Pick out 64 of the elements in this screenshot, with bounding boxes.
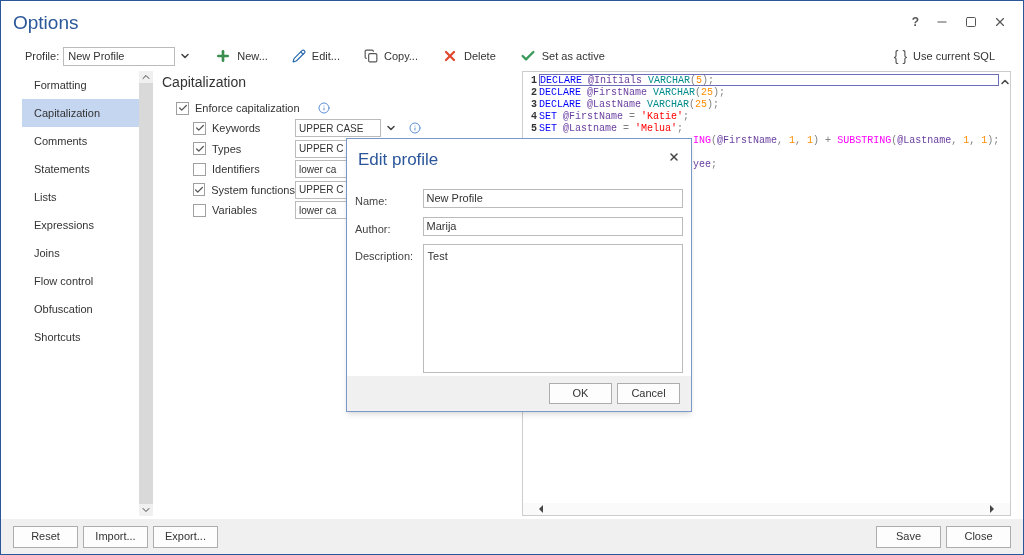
code-line: DECLARE @LastName VARCHAR(25); — [539, 98, 721, 110]
toolbar-button[interactable]: New... — [215, 47, 268, 65]
toolbar-button[interactable]: Copy... — [363, 47, 418, 65]
footer-button[interactable]: Close — [946, 525, 1011, 548]
sidebar-item[interactable]: Formatting — [22, 71, 139, 99]
maximize-icon[interactable] — [965, 16, 977, 28]
dialog-button[interactable]: Cancel — [617, 383, 680, 404]
sidebar-item[interactable]: Expressions — [22, 211, 139, 239]
line-number: 4 — [530, 109, 537, 124]
checkbox-label: Enforce capitalization — [195, 100, 300, 116]
sidebar-item[interactable]: Comments — [22, 127, 139, 155]
checkbox-label: Types — [212, 141, 242, 157]
description-field[interactable]: Test — [422, 244, 683, 373]
plus-icon — [215, 48, 232, 64]
dialog-button[interactable]: OK — [549, 383, 612, 404]
code-line: SET @FirstName = 'Katie'; — [539, 110, 691, 122]
code-line: SET @Lastname = 'Melua'; — [539, 122, 685, 134]
line-number: 3 — [530, 97, 537, 112]
help-button[interactable]: ? — [911, 13, 919, 31]
checkbox-label: Identifiers — [212, 162, 260, 177]
checkbox[interactable] — [193, 121, 206, 135]
checkbox[interactable] — [193, 203, 206, 217]
checkbox-label: Variables — [212, 203, 258, 218]
close-icon[interactable] — [668, 151, 680, 163]
checkbox[interactable] — [193, 183, 206, 197]
use-current-sql-button[interactable]: { } Use current SQL — [893, 45, 999, 67]
code-line: yee; — [692, 158, 719, 170]
profile-dropdown[interactable]: New Profile — [63, 46, 176, 66]
footer-button[interactable]: Save — [876, 525, 941, 548]
sidebar-item[interactable]: Joins — [22, 239, 139, 267]
close-icon[interactable] — [993, 15, 1007, 29]
footer-button[interactable]: Import... — [83, 525, 148, 548]
toolbar-button[interactable]: Edit... — [291, 47, 340, 65]
pencil-icon — [291, 49, 306, 63]
profile-label: Profile: — [25, 48, 60, 64]
checkbox-label: Keywords — [212, 121, 261, 136]
checkbox-label: System functions — [211, 182, 295, 198]
line-number: 1 — [530, 73, 537, 88]
line-number: 5 — [530, 121, 537, 136]
code-line: DECLARE @FirstName VARCHAR(25); — [539, 86, 727, 98]
checkbox[interactable] — [193, 162, 206, 176]
checkbox[interactable] — [193, 142, 206, 156]
sidebar-item[interactable]: Shortcuts — [22, 323, 139, 351]
footer-button[interactable]: Export... — [153, 525, 218, 548]
sidebar-item[interactable]: Lists — [22, 183, 139, 211]
sidebar-item[interactable]: Statements — [22, 155, 139, 183]
toolbar-button[interactable]: Set as active — [519, 47, 605, 65]
sidebar-item[interactable]: Flow control — [22, 267, 139, 295]
code-line: ING(@FirstName, 1, 1) + SUBSTRING(@Lastname, 1, 1); — [692, 134, 1000, 146]
line-number: 2 — [530, 85, 537, 100]
text-field[interactable]: Marija — [422, 216, 683, 236]
window-title: Options — [13, 11, 79, 35]
checkbox[interactable] — [176, 101, 189, 115]
section-title: Capitalization — [162, 73, 248, 92]
sidebar-item[interactable]: Obfuscation — [22, 295, 139, 323]
toolbar-button[interactable]: Delete — [442, 47, 496, 65]
text-field[interactable]: New Profile — [422, 189, 683, 208]
case-dropdown[interactable]: UPPER CASE — [295, 119, 381, 138]
copy-icon — [363, 49, 378, 63]
field-label: Description: — [355, 249, 415, 264]
sidebar-item[interactable]: Capitalization — [22, 99, 139, 127]
field-label: Author: — [355, 221, 392, 237]
x-icon — [442, 48, 458, 64]
footer-button[interactable]: Reset — [13, 525, 78, 548]
